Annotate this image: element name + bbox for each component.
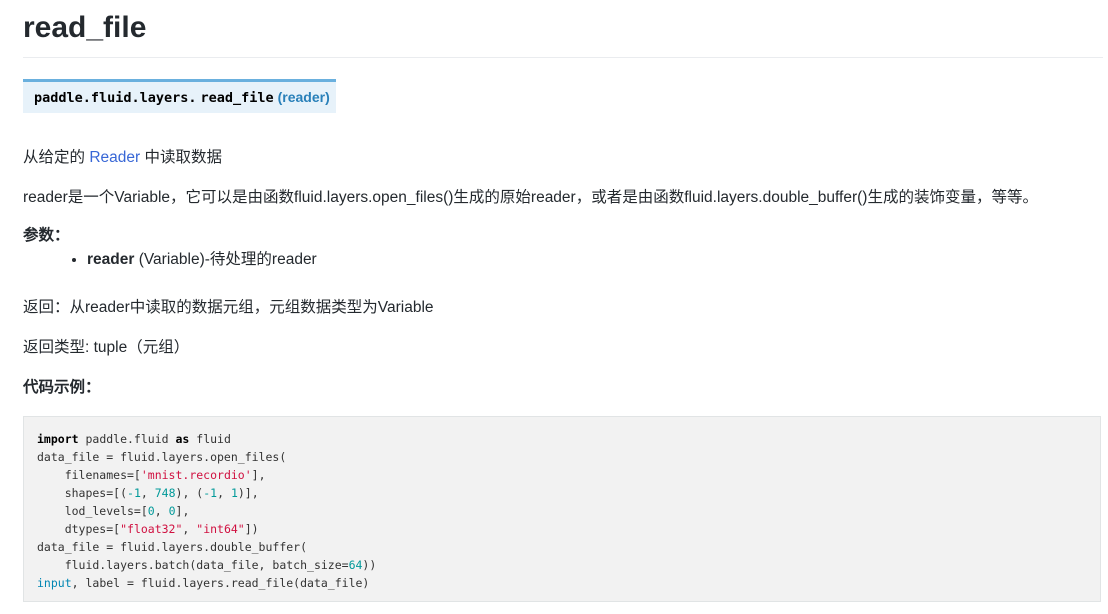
code-line: fluid.layers.batch(data_file, batch_size… bbox=[37, 556, 1087, 574]
code-token: ], bbox=[175, 504, 190, 518]
code-token: "int64" bbox=[196, 522, 245, 536]
code-token: dtypes=[ bbox=[37, 522, 121, 536]
code-line: shapes=[(-1, 748), (-1, 1)], bbox=[37, 484, 1087, 502]
doc-page: read_file paddle.fluid.layers. read_file… bbox=[23, 0, 1103, 602]
code-token: 0 bbox=[168, 504, 176, 518]
code-token: "float32" bbox=[120, 522, 183, 536]
code-token: lod_levels=[ bbox=[37, 504, 148, 518]
param-name: reader bbox=[87, 251, 135, 268]
code-token: 748 bbox=[154, 486, 176, 500]
code-token: as bbox=[175, 432, 190, 446]
code-token: 64 bbox=[348, 558, 363, 572]
code-line: data_file = fluid.layers.open_files( bbox=[37, 448, 1087, 466]
code-token: ), ( bbox=[175, 486, 204, 500]
code-token: 'mnist.recordio' bbox=[140, 468, 252, 482]
description: 从给定的 Reader 中读取数据 bbox=[23, 147, 1103, 169]
code-block: import paddle.fluid as fluid data_file = … bbox=[23, 416, 1101, 602]
code-token: )], bbox=[237, 486, 259, 500]
param-desc: (Variable)-待处理的reader bbox=[134, 251, 317, 268]
signature-params: (reader) bbox=[277, 89, 330, 105]
code-token: data_file = fluid.layers.double_buffer( bbox=[37, 540, 308, 554]
example-label: 代码示例： bbox=[23, 379, 101, 396]
code-line: dtypes=["float32", "int64"]) bbox=[37, 520, 1087, 538]
code-token: data_file = fluid.layers.open_files( bbox=[37, 450, 287, 464]
code-token: input bbox=[37, 576, 72, 590]
code-token: fluid bbox=[189, 432, 231, 446]
returns-text: 返回：从reader中读取的数据元组，元组数据类型为Variable bbox=[23, 299, 434, 316]
code-line: lod_levels=[0, 0], bbox=[37, 502, 1087, 520]
code-token: ]) bbox=[244, 522, 259, 536]
params-list: reader (Variable)-待处理的reader bbox=[23, 249, 1103, 271]
code-line: filenames=['mnist.recordio'], bbox=[37, 466, 1087, 484]
params-label: 参数： bbox=[23, 227, 70, 244]
code-line: import paddle.fluid as fluid bbox=[37, 430, 1087, 448]
description-prefix: 从给定的 bbox=[23, 149, 86, 166]
code-token: , bbox=[154, 504, 169, 518]
return-type-text: 返回类型: tuple（元组） bbox=[23, 339, 190, 356]
reader-link[interactable]: Reader bbox=[89, 149, 140, 166]
list-item: reader (Variable)-待处理的reader bbox=[87, 249, 1103, 271]
code-content: import paddle.fluid as fluid data_file = … bbox=[37, 430, 1087, 592]
code-token: paddle.fluid bbox=[78, 432, 176, 446]
code-token: , bbox=[140, 486, 155, 500]
code-token: , bbox=[182, 522, 197, 536]
code-token: 1 bbox=[230, 486, 238, 500]
code-line: input, label = fluid.layers.read_file(da… bbox=[37, 574, 1087, 592]
code-token: 0 bbox=[147, 504, 155, 518]
code-token: , bbox=[217, 486, 231, 500]
code-token: shapes=[( bbox=[37, 486, 128, 500]
function-signature: paddle.fluid.layers. read_file (reader) bbox=[23, 79, 336, 113]
detail-text: reader是一个Variable，它可以是由函数fluid.layers.op… bbox=[23, 189, 1038, 206]
code-token: ], bbox=[251, 468, 266, 482]
description-suffix: 中读取数据 bbox=[144, 149, 222, 166]
code-token: import bbox=[37, 432, 79, 446]
code-token: )) bbox=[362, 558, 377, 572]
page-title: read_file bbox=[23, 0, 1103, 58]
signature-module: paddle.fluid.layers. bbox=[34, 90, 197, 106]
signature-name: read_file bbox=[200, 90, 274, 106]
code-token: -1 bbox=[127, 486, 141, 500]
code-line: data_file = fluid.layers.double_buffer( bbox=[37, 538, 1087, 556]
code-token: , label = fluid.layers.read_file(data_fi… bbox=[71, 576, 370, 590]
code-token: -1 bbox=[203, 486, 218, 500]
code-token: filenames=[ bbox=[37, 468, 141, 482]
code-token: fluid.layers.batch(data_file, batch_size… bbox=[37, 558, 349, 572]
